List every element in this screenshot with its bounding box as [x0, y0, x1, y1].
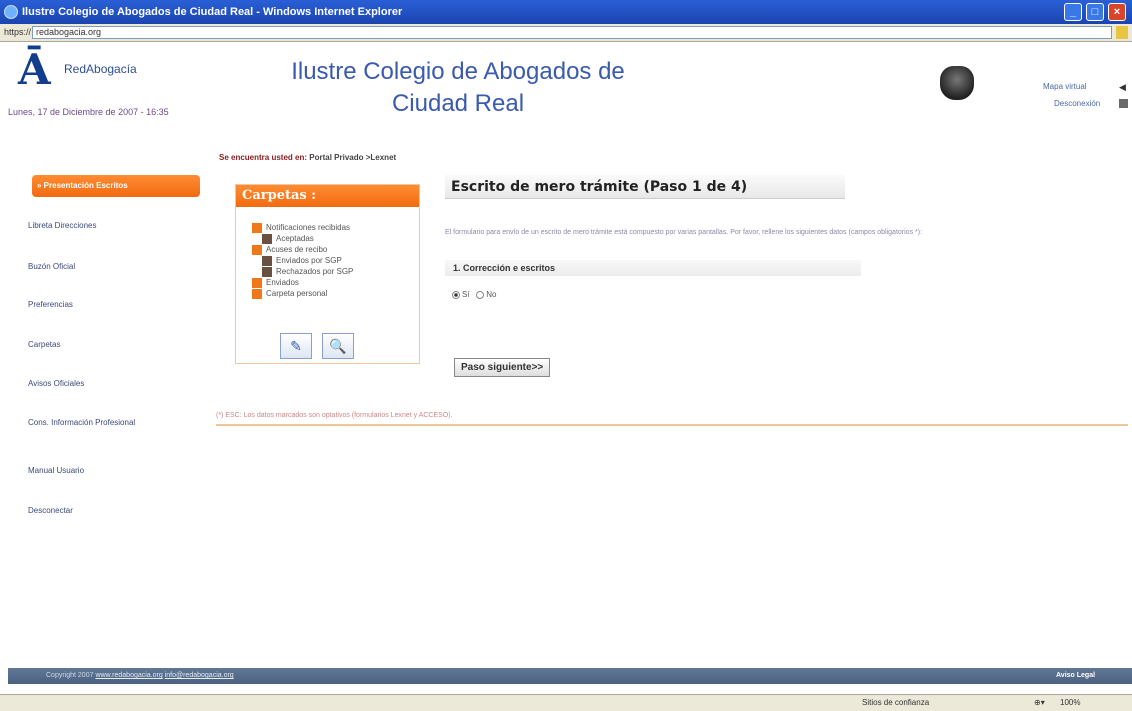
address-bar: https:// redabogacia.org: [0, 24, 1132, 42]
close-button[interactable]: ×: [1108, 3, 1126, 21]
edit-folder-button[interactable]: ✎: [280, 333, 312, 359]
sidebar-item-cons-informacion[interactable]: Cons. Información Profesional: [28, 418, 138, 427]
security-zone: Sitios de confianza: [862, 698, 930, 707]
carpetas-panel: Carpetas : Notificaciones recibidas Acep…: [235, 184, 420, 364]
page-footer: Copyright 2007 www.redabogacia.org info@…: [8, 668, 1132, 684]
breadcrumb-label: Se encuentra usted en:: [219, 153, 308, 162]
sidebar-item-manual-usuario[interactable]: Manual Usuario: [28, 466, 84, 475]
window-title: Ilustre Colegio de Abogados de Ciudad Re…: [22, 6, 403, 18]
door-icon: [1119, 99, 1128, 108]
sidebar-item-desconectar[interactable]: Desconectar: [28, 506, 73, 515]
section-title: 1. Corrección e escritos: [445, 260, 861, 276]
aviso-legal-link[interactable]: Aviso Legal: [1056, 668, 1095, 684]
logo-name: RedAbogacía: [64, 62, 137, 76]
folder-aceptadas[interactable]: Aceptadas: [276, 234, 314, 243]
search-button[interactable]: 🔍: [322, 333, 354, 359]
logo-icon: Ā: [18, 45, 51, 94]
breadcrumb: Se encuentra usted en: Portal Privado >L…: [219, 153, 396, 162]
sidebar-item-carpetas[interactable]: Carpetas: [28, 340, 60, 349]
sidebar-item-preferencias[interactable]: Preferencias: [28, 300, 73, 309]
folder-icon: [262, 234, 272, 244]
sidebar-item-avisos-oficiales[interactable]: Avisos Oficiales: [28, 379, 84, 388]
radio-no-label: No: [486, 290, 497, 299]
footer-copyright: Copyright 2007 www.redabogacia.org info@…: [46, 668, 234, 684]
divider: [216, 424, 1128, 426]
coat-of-arms-icon: [940, 66, 974, 100]
folder-icon: [262, 267, 272, 277]
mapa-virtual-link[interactable]: Mapa virtual: [1043, 82, 1087, 91]
folder-icon: [252, 289, 262, 299]
zoom-icon[interactable]: ⊕▾: [1034, 698, 1045, 707]
page-content: Ā RedAbogacía Lunes, 17 de Diciembre de …: [8, 44, 1132, 684]
folder-icon: [252, 245, 262, 255]
breadcrumb-path[interactable]: Portal Privado >Lexnet: [309, 153, 396, 162]
copyright-text: Copyright 2007: [46, 672, 94, 679]
folder-acuses-de-recibo[interactable]: Acuses de recibo: [266, 245, 327, 254]
radio-yes[interactable]: [452, 290, 460, 299]
radio-group: Sí No: [452, 290, 496, 299]
footnote: (*) ESC: Los datos marcados son optativo…: [216, 412, 453, 419]
folder-icon: [252, 278, 262, 288]
lock-icon: [1116, 26, 1128, 39]
folder-rechazados-por-sgp[interactable]: Rechazados por SGP: [276, 267, 353, 276]
maximize-button[interactable]: □: [1086, 3, 1104, 21]
next-step-button[interactable]: Paso siguiente>>: [454, 358, 551, 377]
radio-yes-label: Sí: [462, 290, 470, 299]
footer-link-email[interactable]: info@redabogacia.org: [165, 672, 234, 679]
folder-enviados[interactable]: Enviados: [266, 278, 299, 287]
folder-notificaciones-recibidas[interactable]: Notificaciones recibidas: [266, 223, 350, 232]
footer-link-site[interactable]: www.redabogacia.org: [95, 672, 162, 679]
arrow-left-icon: ◀: [1119, 82, 1126, 92]
address-label: https://: [4, 27, 32, 37]
minimize-button[interactable]: _: [1064, 3, 1082, 21]
folder-icon: [252, 223, 262, 233]
browser-icon: [4, 5, 18, 19]
current-date: Lunes, 17 de Diciembre de 2007 - 16:35: [8, 107, 169, 117]
form-title: Escrito de mero trámite (Paso 1 de 4): [445, 175, 845, 199]
sidebar-item-presentacion-escritos[interactable]: » Presentación Escritos: [32, 175, 200, 197]
form-instructions: El formulario para envío de un escrito d…: [445, 229, 923, 236]
desconexion-link[interactable]: Desconexión: [1054, 99, 1100, 108]
radio-no[interactable]: [476, 290, 485, 299]
site-title-line1: Ilustre Colegio de Abogados de: [291, 58, 625, 85]
site-title-line2: Ciudad Real: [391, 90, 525, 117]
window-titlebar: Ilustre Colegio de Abogados de Ciudad Re…: [0, 0, 1132, 24]
site-title: Ilustre Colegio de Abogados de Ciudad Re…: [248, 56, 668, 120]
folder-icon: [262, 256, 272, 266]
url-input[interactable]: redabogacia.org: [32, 26, 1112, 39]
carpetas-header: Carpetas :: [236, 185, 419, 207]
status-bar: Sitios de confianza ⊕▾ 100%: [0, 694, 1132, 711]
zoom-level[interactable]: 100%: [1060, 698, 1080, 707]
folder-enviados-por-sgp[interactable]: Enviados por SGP: [276, 256, 342, 265]
sidebar-item-libreta-direcciones[interactable]: Libreta Direcciones: [28, 221, 96, 230]
sidebar-item-buzon-oficial[interactable]: Buzón Oficial: [28, 262, 75, 271]
folder-carpeta-personal[interactable]: Carpeta personal: [266, 289, 327, 298]
